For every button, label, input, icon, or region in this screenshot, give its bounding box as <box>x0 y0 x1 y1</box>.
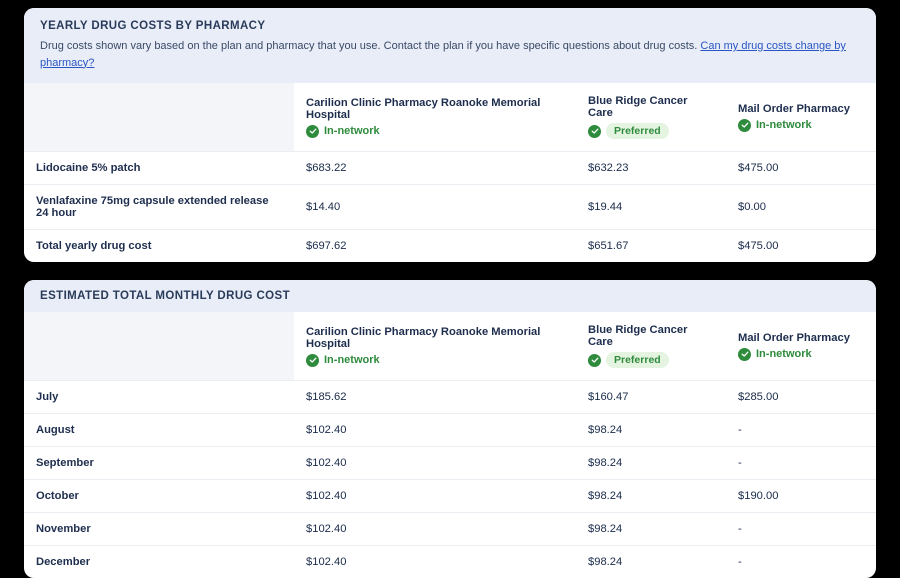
cost-cell: $98.24 <box>576 513 726 546</box>
yearly-costs-table: Carilion Clinic Pharmacy Roanoke Memoria… <box>24 83 876 262</box>
cost-cell: $190.00 <box>726 480 876 513</box>
pharmacy-name: Blue Ridge Cancer Care <box>588 95 714 119</box>
pharmacy-column-header: Carilion Clinic Pharmacy Roanoke Memoria… <box>294 312 576 381</box>
monthly-costs-table: Carilion Clinic Pharmacy Roanoke Memoria… <box>24 312 876 578</box>
cost-cell: $697.62 <box>294 230 576 263</box>
in-network-label: In-network <box>756 348 812 360</box>
table-row: October$102.40$98.24$190.00 <box>24 480 876 513</box>
monthly-table-body: July$185.62$160.47$285.00August$102.40$9… <box>24 381 876 578</box>
cost-cell: $102.40 <box>294 414 576 447</box>
pharmacy-status: Preferred <box>588 352 714 368</box>
cost-cell: $98.24 <box>576 546 726 578</box>
yearly-card-desc: Drug costs shown vary based on the plan … <box>40 38 860 71</box>
yearly-desc-text: Drug costs shown vary based on the plan … <box>40 40 700 52</box>
empty-corner <box>24 83 294 152</box>
cost-cell: $160.47 <box>576 381 726 414</box>
cost-cell: $185.62 <box>294 381 576 414</box>
pharmacy-name: Mail Order Pharmacy <box>738 103 864 115</box>
table-row: Venlafaxine 75mg capsule extended releas… <box>24 185 876 230</box>
row-label: October <box>24 480 294 513</box>
yearly-table-body: Lidocaine 5% patch$683.22$632.23$475.00V… <box>24 152 876 263</box>
row-label: July <box>24 381 294 414</box>
row-label: December <box>24 546 294 578</box>
table-row: Total yearly drug cost$697.62$651.67$475… <box>24 230 876 263</box>
pharmacy-name: Carilion Clinic Pharmacy Roanoke Memoria… <box>306 326 564 350</box>
cost-cell: $14.40 <box>294 185 576 230</box>
monthly-card-header: ESTIMATED TOTAL MONTHLY DRUG COST <box>24 280 876 312</box>
cost-cell: $475.00 <box>726 230 876 263</box>
row-label: November <box>24 513 294 546</box>
cost-cell: $19.44 <box>576 185 726 230</box>
cost-cell: $102.40 <box>294 546 576 578</box>
cost-cell: - <box>726 447 876 480</box>
row-label: August <box>24 414 294 447</box>
in-network-label: In-network <box>324 354 380 366</box>
cost-cell: $102.40 <box>294 447 576 480</box>
cost-cell: $98.24 <box>576 480 726 513</box>
check-circle-icon <box>588 354 601 367</box>
pharmacy-status: In-network <box>738 119 864 132</box>
pharmacy-status: In-network <box>738 348 864 361</box>
cost-cell: - <box>726 414 876 447</box>
row-label: September <box>24 447 294 480</box>
check-circle-icon <box>738 119 751 132</box>
monthly-card-title: ESTIMATED TOTAL MONTHLY DRUG COST <box>40 290 860 302</box>
preferred-badge: Preferred <box>606 352 669 368</box>
row-label: Venlafaxine 75mg capsule extended releas… <box>24 185 294 230</box>
check-circle-icon <box>588 125 601 138</box>
empty-corner <box>24 312 294 381</box>
check-circle-icon <box>306 354 319 367</box>
pharmacy-column-header: Blue Ridge Cancer Care Preferred <box>576 312 726 381</box>
yearly-table-head: Carilion Clinic Pharmacy Roanoke Memoria… <box>24 83 876 152</box>
table-row: July$185.62$160.47$285.00 <box>24 381 876 414</box>
in-network-label: In-network <box>756 119 812 131</box>
monthly-costs-card: ESTIMATED TOTAL MONTHLY DRUG COST Carili… <box>24 280 876 578</box>
table-row: August$102.40$98.24- <box>24 414 876 447</box>
pharmacy-name: Carilion Clinic Pharmacy Roanoke Memoria… <box>306 97 564 121</box>
pharmacy-name: Blue Ridge Cancer Care <box>588 324 714 348</box>
cost-cell: $0.00 <box>726 185 876 230</box>
table-row: Lidocaine 5% patch$683.22$632.23$475.00 <box>24 152 876 185</box>
cost-cell: $102.40 <box>294 513 576 546</box>
preferred-badge: Preferred <box>606 123 669 139</box>
pharmacy-name: Mail Order Pharmacy <box>738 332 864 344</box>
pharmacy-status: In-network <box>306 125 564 138</box>
cost-cell: - <box>726 546 876 578</box>
cost-cell: $285.00 <box>726 381 876 414</box>
table-row: December$102.40$98.24- <box>24 546 876 578</box>
check-circle-icon <box>738 348 751 361</box>
pharmacy-column-header: Carilion Clinic Pharmacy Roanoke Memoria… <box>294 83 576 152</box>
pharmacy-status: In-network <box>306 354 564 367</box>
row-label: Lidocaine 5% patch <box>24 152 294 185</box>
yearly-costs-card: YEARLY DRUG COSTS BY PHARMACY Drug costs… <box>24 8 876 262</box>
check-circle-icon <box>306 125 319 138</box>
cost-cell: $102.40 <box>294 480 576 513</box>
row-label: Total yearly drug cost <box>24 230 294 263</box>
monthly-table-head: Carilion Clinic Pharmacy Roanoke Memoria… <box>24 312 876 381</box>
cost-cell: $651.67 <box>576 230 726 263</box>
cost-cell: - <box>726 513 876 546</box>
table-row: September$102.40$98.24- <box>24 447 876 480</box>
cost-cell: $683.22 <box>294 152 576 185</box>
in-network-label: In-network <box>324 125 380 137</box>
yearly-card-header: YEARLY DRUG COSTS BY PHARMACY Drug costs… <box>24 8 876 83</box>
pharmacy-status: Preferred <box>588 123 714 139</box>
pharmacy-column-header: Mail Order Pharmacy In-network <box>726 83 876 152</box>
cost-cell: $632.23 <box>576 152 726 185</box>
pharmacy-column-header: Blue Ridge Cancer Care Preferred <box>576 83 726 152</box>
yearly-card-title: YEARLY DRUG COSTS BY PHARMACY <box>40 20 860 32</box>
table-row: November$102.40$98.24- <box>24 513 876 546</box>
cost-cell: $98.24 <box>576 414 726 447</box>
pharmacy-column-header: Mail Order Pharmacy In-network <box>726 312 876 381</box>
cost-cell: $475.00 <box>726 152 876 185</box>
cost-cell: $98.24 <box>576 447 726 480</box>
